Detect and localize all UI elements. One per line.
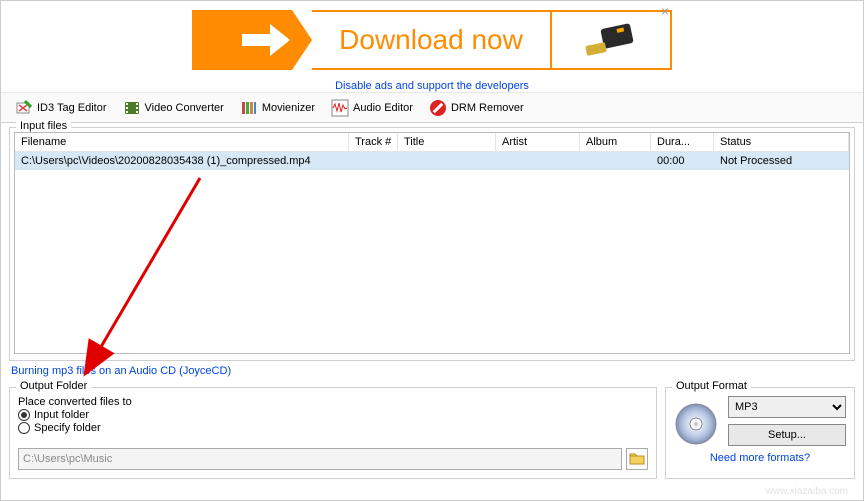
cell-artist [496, 152, 580, 170]
video-converter-button[interactable]: Video Converter [117, 96, 230, 120]
shelf-icon [240, 99, 258, 117]
col-album-header[interactable]: Album [580, 133, 651, 151]
burn-cd-link[interactable]: Burning mp3 files on an Audio CD (JoyceC… [11, 365, 231, 377]
tag-icon [15, 99, 33, 117]
output-path-input[interactable] [18, 448, 622, 470]
id3-tag-editor-button[interactable]: ID3 Tag Editor [9, 96, 113, 120]
col-duration-header[interactable]: Dura... [651, 133, 714, 151]
radio-input-folder[interactable]: Input folder [18, 409, 648, 421]
toolbar: ID3 Tag Editor Video Converter Movienize… [1, 92, 863, 123]
cell-filename: C:\Users\pc\Videos\20200828035438 (1)_co… [15, 152, 349, 170]
cd-icon [674, 402, 718, 446]
radio-specify-folder[interactable]: Specify folder [18, 422, 648, 434]
input-files-legend: Input files [16, 120, 71, 132]
col-title-header[interactable]: Title [398, 133, 496, 151]
no-symbol-icon [429, 99, 447, 117]
movienizer-button[interactable]: Movienizer [234, 96, 321, 120]
output-folder-fieldset: Output Folder Place converted files to I… [9, 387, 657, 479]
radio-input-folder-label: Input folder [34, 409, 89, 421]
col-artist-header[interactable]: Artist [496, 133, 580, 151]
radio-dot-icon [18, 409, 30, 421]
col-status-header[interactable]: Status [714, 133, 849, 151]
browse-folder-button[interactable] [626, 448, 648, 470]
waveform-icon [331, 99, 349, 117]
movienizer-label: Movienizer [262, 102, 315, 114]
film-icon [123, 99, 141, 117]
radio-specify-folder-label: Specify folder [34, 422, 101, 434]
col-filename-header[interactable]: Filename [15, 133, 349, 151]
drm-label: DRM Remover [451, 102, 524, 114]
cell-status: Not Processed [714, 152, 849, 170]
ad-banner[interactable]: Download now [192, 10, 672, 70]
cell-title [398, 152, 496, 170]
need-more-formats-link[interactable]: Need more formats? [674, 452, 846, 464]
output-format-legend: Output Format [672, 380, 751, 392]
format-select[interactable]: MP3 [728, 396, 846, 418]
id3-label: ID3 Tag Editor [37, 102, 107, 114]
ad-arrow-bg [192, 10, 292, 70]
output-folder-legend: Output Folder [16, 380, 91, 392]
ad-download-label: Download now [312, 10, 552, 70]
cell-duration: 00:00 [651, 152, 714, 170]
disable-ads-link[interactable]: Disable ads and support the developers [1, 80, 863, 92]
table-row[interactable]: C:\Users\pc\Videos\20200828035438 (1)_co… [15, 152, 849, 170]
radio-dot-icon [18, 422, 30, 434]
audio-label: Audio Editor [353, 102, 413, 114]
cell-track [349, 152, 398, 170]
file-grid[interactable]: Filename Track # Title Artist Album Dura… [14, 132, 850, 354]
ad-close-icon[interactable]: × [661, 3, 669, 19]
ad-arrow-tip [292, 10, 312, 70]
ad-banner-area: Download now × [1, 1, 863, 79]
ad-product-image [552, 10, 672, 70]
grid-header: Filename Track # Title Artist Album Dura… [15, 133, 849, 152]
cell-album [580, 152, 651, 170]
drm-remover-button[interactable]: DRM Remover [423, 96, 530, 120]
col-track-header[interactable]: Track # [349, 133, 398, 151]
place-files-label: Place converted files to [18, 396, 648, 408]
input-files-fieldset: Input files Filename Track # Title Artis… [9, 127, 855, 361]
video-label: Video Converter [145, 102, 224, 114]
setup-button[interactable]: Setup... [728, 424, 846, 446]
audio-editor-button[interactable]: Audio Editor [325, 96, 419, 120]
folder-icon [629, 452, 645, 466]
output-format-fieldset: Output Format MP3 Setup... Need more for… [665, 387, 855, 479]
